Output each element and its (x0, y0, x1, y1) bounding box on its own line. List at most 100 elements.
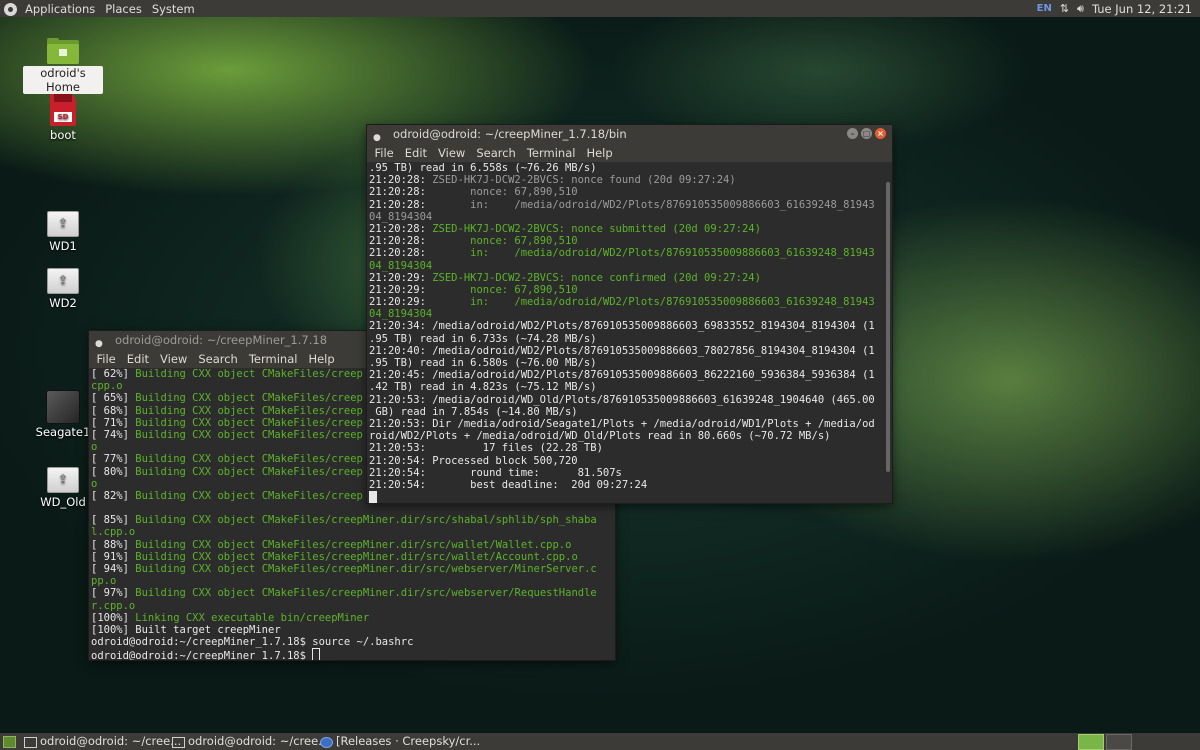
terminal-text: odroid@odroid:~/creepMiner_1.7.18$ (91, 650, 313, 660)
terminal-text: 21:20:54: best deadline: 20d 09:27:24 (369, 478, 648, 491)
terminal-line: pp.o (91, 575, 615, 587)
menu-search[interactable]: Search (193, 350, 244, 368)
terminal-line: 21:20:53: Dir /media/odroid/Seagate1/Plo… (369, 418, 892, 430)
desktop-icon-home[interactable]: odroid's Home (23, 38, 103, 94)
terminal-text: [ 77%] (91, 453, 136, 466)
terminal-line: 21:20:45: /media/odroid/WD2/Plots/876910… (369, 369, 892, 381)
taskbar-item-terminal-1[interactable]: odroid@odroid: ~/cree... (21, 734, 186, 749)
menu-search[interactable]: Search (471, 144, 522, 162)
terminal-text: [ 85%] (91, 514, 136, 527)
terminal-text: in: /media/odroid/WD2/Plots/876910535009… (470, 247, 875, 260)
terminal-line: [ 91%] Building CXX object CMakeFiles/cr… (91, 551, 615, 563)
terminal-text: 21:20:28: (369, 198, 471, 211)
terminal-line: [ 85%] Building CXX object CMakeFiles/cr… (91, 514, 615, 526)
terminal-line: 21:20:34: /media/odroid/WD2/Plots/876910… (369, 320, 892, 332)
terminal-line: 21:20:28: nonce: 67,890,510 (369, 186, 892, 198)
terminal-text: Building CXX object CMakeFiles/creep (135, 416, 363, 429)
taskbar-item-label: [Releases · Creepsky/cr... (336, 734, 481, 748)
menu-terminal[interactable]: Terminal (243, 350, 303, 368)
maximize-icon[interactable]: □ (861, 128, 872, 139)
menu-terminal[interactable]: Terminal (521, 144, 581, 162)
show-desktop-icon[interactable] (3, 736, 16, 748)
terminal-line: odroid@odroid:~/creepMiner_1.7.18$ (91, 648, 615, 660)
close-icon[interactable]: × (875, 128, 886, 139)
keyboard-layout-indicator[interactable]: EN (1037, 3, 1052, 14)
terminal-window-miner[interactable]: ● odroid@odroid: ~/creepMiner_1.7.18/bin… (367, 125, 892, 503)
clock[interactable]: Tue Jun 12, 21:21 (1092, 2, 1192, 16)
terminal-line: 21:20:54: Processed block 500,720 (369, 455, 892, 467)
terminal-line: [100%] Linking CXX executable bin/creepM… (91, 612, 615, 624)
terminal-text: Building CXX object CMakeFiles/creep (135, 368, 363, 380)
terminal-icon (172, 737, 185, 748)
taskbar-item-label: odroid@odroid: ~/cree... (40, 734, 182, 748)
taskbar-item-terminal-2[interactable]: odroid@odroid: ~/cree... (169, 734, 334, 749)
terminal-line: r.cpp.o (91, 600, 615, 612)
top-panel: Applications Places System EN ⇅ 🔊︎ Tue J… (0, 0, 1200, 17)
terminal-line: .42 TB) read in 4.823s (~75.12 MB/s) (369, 381, 892, 393)
minimize-icon[interactable]: – (847, 128, 858, 139)
terminal-line: 21:20:29: in: /media/odroid/WD2/Plots/87… (369, 296, 892, 308)
workspace-1[interactable] (1078, 734, 1104, 750)
terminal-text: 21:20:53: 17 files (22.28 TB) (369, 442, 603, 455)
window-menu-icon[interactable]: ● (373, 129, 381, 148)
terminal-text: 21:20:53: /media/odroid/WD_Old/Plots/876… (369, 393, 875, 406)
terminal-line: 21:20:28: ZSED-HK7J-DCW2-2BVCS: nonce fo… (369, 174, 892, 186)
sd-card-icon: SD (50, 94, 76, 126)
distro-logo-icon[interactable] (4, 2, 17, 16)
menu-help[interactable]: Help (581, 144, 618, 162)
terminal-text: odroid@odroid:~/creepMiner_1.7.18$ sourc… (91, 636, 414, 649)
taskbar-item-browser[interactable]: [Releases · Creepsky/cr... (317, 734, 481, 749)
window-menu-icon[interactable]: ● (95, 335, 103, 354)
terminal-text: 21:20:28: (369, 186, 471, 199)
network-arrows-icon[interactable]: ⇅ (1060, 2, 1069, 15)
window-titlebar[interactable]: ● odroid@odroid: ~/creepMiner_1.7.18/bin… (367, 125, 892, 144)
terminal-text: r.cpp.o (91, 599, 136, 612)
menu-help[interactable]: Help (303, 350, 340, 368)
bottom-panel: odroid@odroid: ~/cree... odroid@odroid: … (0, 733, 1200, 750)
menu-view[interactable]: View (155, 350, 193, 368)
speaker-icon[interactable]: 🔊︎ (1077, 2, 1084, 16)
menu-view[interactable]: View (433, 144, 471, 162)
terminal-text: GB) read in 7.854s (~14.80 MB/s) (369, 405, 578, 418)
desktop-icon-label: odroid's Home (23, 66, 103, 94)
window-title: odroid@odroid: ~/creepMiner_1.7.18/bin (393, 127, 627, 141)
terminal-line: [100%] Built target creepMiner (91, 624, 615, 636)
usb-drive-icon: ⇪ (47, 211, 79, 237)
terminal-line: [ 97%] Building CXX object CMakeFiles/cr… (91, 587, 615, 599)
terminal-line: odroid@odroid:~/creepMiner_1.7.18$ sourc… (91, 636, 615, 648)
terminal-output[interactable]: .95 TB) read in 6.558s (~76.26 MB/s) 21:2… (367, 162, 892, 503)
terminal-line: 21:20:28: in: /media/odroid/WD2/Plots/87… (369, 247, 892, 259)
menu-system[interactable]: System (147, 1, 200, 17)
desktop-icon-boot[interactable]: SD boot (23, 94, 103, 142)
scrollbar[interactable] (883, 162, 892, 503)
menu-edit[interactable]: Edit (399, 144, 432, 162)
terminal-text: pp.o (91, 575, 117, 588)
terminal-text: [ 82%] (91, 489, 136, 502)
usb-drive-icon: ⇪ (47, 467, 79, 493)
desktop-icon-label: WD1 (49, 239, 77, 253)
terminal-text: 21:20:28: (369, 247, 471, 260)
desktop-icon-wd2[interactable]: ⇪ WD2 (23, 268, 103, 310)
terminal-text: Building CXX object CMakeFiles/creep (135, 428, 363, 441)
hard-drive-icon (47, 391, 79, 423)
desktop-icon-label: boot (50, 128, 76, 142)
menu-edit[interactable]: Edit (121, 350, 154, 368)
menu-places[interactable]: Places (100, 1, 147, 17)
terminal-text: [ 74%] (91, 428, 136, 441)
workspace-2[interactable] (1106, 734, 1132, 750)
taskbar-item-label: odroid@odroid: ~/cree... (188, 734, 330, 748)
terminal-text: 21:20:53: Dir /media/odroid/Seagate1/Plo… (369, 417, 875, 430)
terminal-text: [100%] (91, 611, 136, 624)
terminal-text: 21:20:28: (369, 222, 433, 235)
terminal-text: [ 94%] (91, 563, 136, 575)
terminal-text: l.cpp.o (91, 526, 136, 539)
menu-applications[interactable]: Applications (20, 1, 100, 17)
terminal-cursor (312, 648, 321, 660)
terminal-text: Building CXX object CMakeFiles/creepMine… (135, 538, 572, 551)
terminal-line: 21:20:28: nonce: 67,890,510 (369, 235, 892, 247)
terminal-text: Building CXX object CMakeFiles/creep (135, 392, 363, 405)
desktop-icon-wd1[interactable]: ⇪ WD1 (23, 211, 103, 253)
terminal-text: o (91, 441, 98, 454)
home-folder-icon (47, 38, 79, 64)
